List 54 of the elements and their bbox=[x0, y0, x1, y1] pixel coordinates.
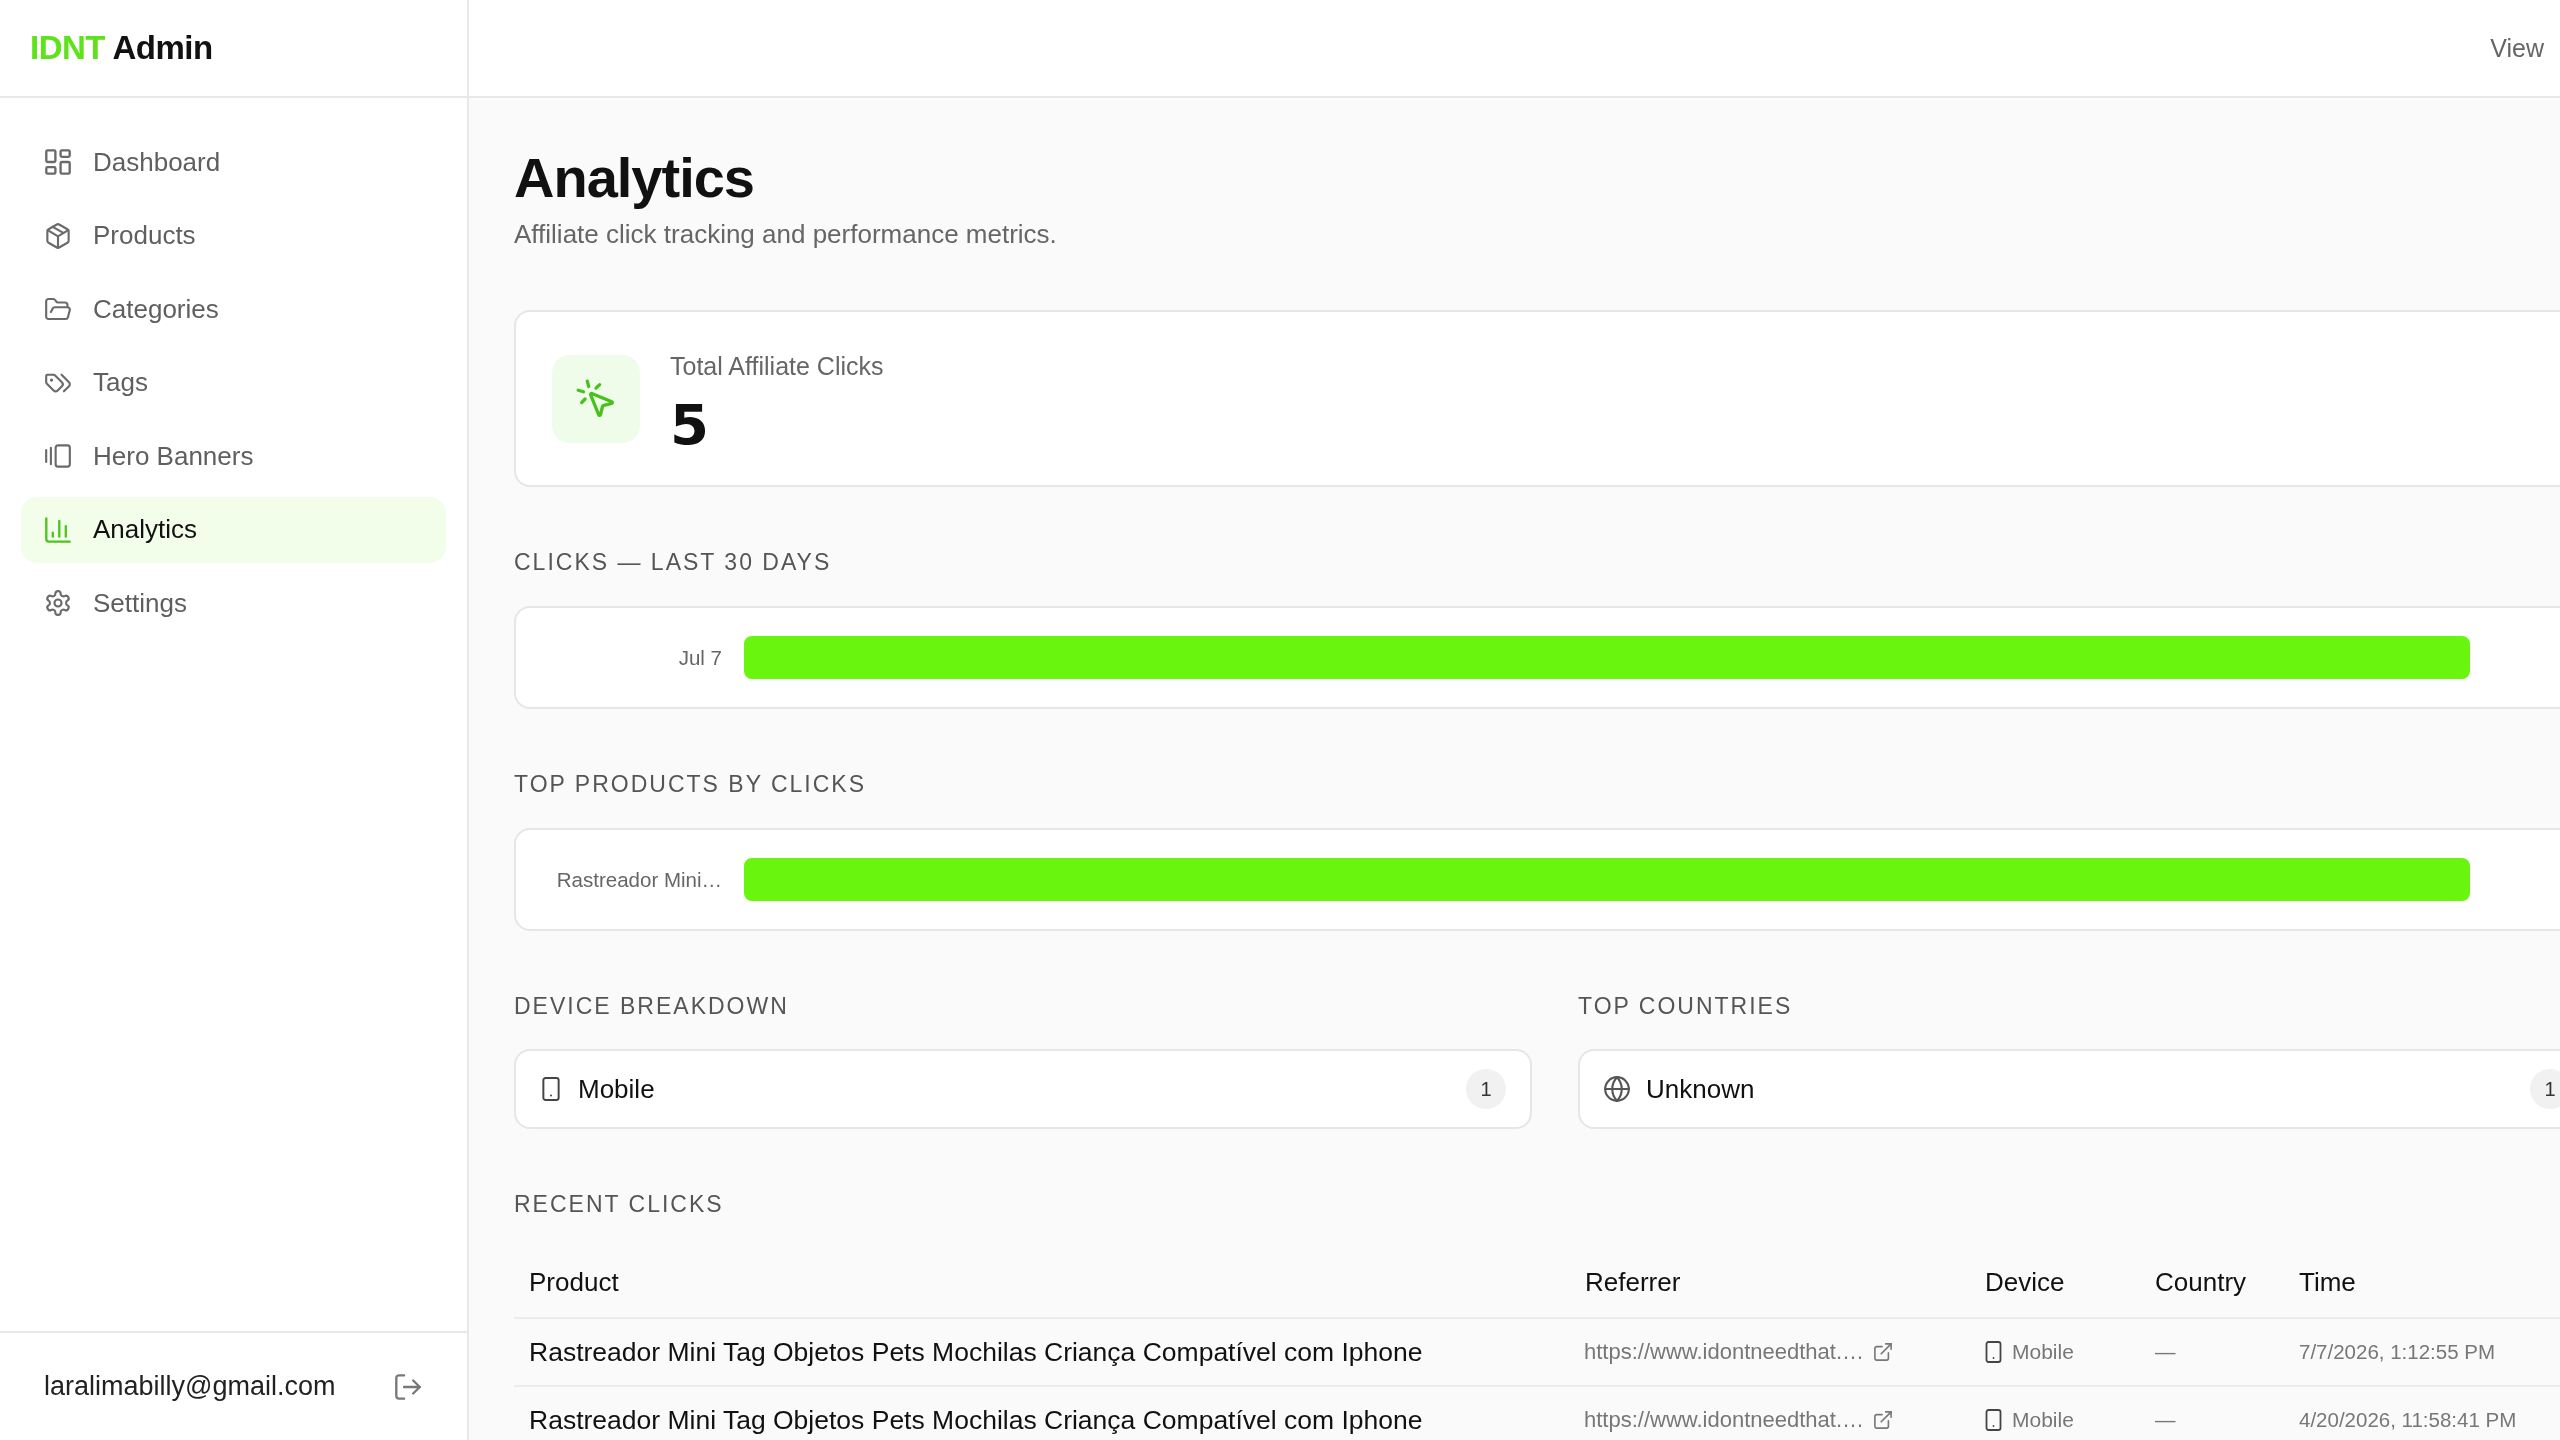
grid-icon bbox=[45, 149, 71, 175]
table-cell-text: — bbox=[2154, 1340, 2177, 1365]
column-header: Time bbox=[2298, 1266, 2357, 1298]
phone-icon bbox=[540, 1077, 562, 1102]
section-heading: RECENT CLICKS bbox=[514, 1190, 724, 1220]
box-icon bbox=[45, 222, 71, 249]
table-cell-text: Rastreador Mini Tag Objetos Pets Mochilas Criança Compatível com Iphone bbox=[528, 1404, 1424, 1436]
user-email: laralimabilly@gmail.com bbox=[44, 1371, 336, 1402]
logout-icon[interactable] bbox=[395, 1373, 421, 1400]
stat-label: Total Affiliate Clicks bbox=[670, 350, 884, 381]
globe-icon bbox=[1604, 1076, 1630, 1103]
table-cell-text: Rastreador Mini Tag Objetos Pets Mochilas Criança Compatível com Iphone bbox=[528, 1336, 1424, 1368]
panels-icon bbox=[45, 443, 71, 469]
bar-label: Jul 7 bbox=[677, 645, 722, 670]
cursor-click-icon bbox=[552, 354, 640, 443]
table-cell-text: 7/7/2026, 1:12:55 PM bbox=[2298, 1340, 2497, 1365]
nav-item[interactable]: Dashboard bbox=[21, 129, 446, 195]
country-label: Unknown bbox=[1646, 1073, 1755, 1105]
section-heading: TOP PRODUCTS BY CLICKS bbox=[514, 770, 867, 800]
device-label: Mobile bbox=[578, 1073, 655, 1105]
device-label: Mobile bbox=[2012, 1408, 2074, 1433]
nav-item[interactable]: Products bbox=[21, 202, 446, 269]
section-heading: TOP COUNTRIES bbox=[1578, 992, 1793, 1022]
external-link-icon[interactable] bbox=[1874, 1343, 1893, 1362]
bar-label: Rastreador Mini… bbox=[555, 867, 722, 892]
column-header: Referrer bbox=[1584, 1266, 1682, 1298]
external-link-icon[interactable] bbox=[1874, 1411, 1893, 1430]
count-badge: 1 bbox=[2530, 1069, 2560, 1110]
phone-icon bbox=[1985, 1341, 2002, 1364]
folder-icon bbox=[45, 296, 71, 322]
stat-value: 5 bbox=[670, 396, 709, 453]
logo-text: IDNT Admin bbox=[30, 29, 213, 67]
column-header: Device bbox=[1984, 1266, 2066, 1298]
nav-item[interactable]: Settings bbox=[21, 570, 446, 636]
bar-chart-icon bbox=[45, 516, 71, 543]
device-label: Mobile bbox=[2012, 1340, 2074, 1365]
table-cell-text: 4/20/2026, 11:58:41 PM bbox=[2298, 1408, 2518, 1433]
column-header: Country bbox=[2154, 1266, 2248, 1298]
nav-item[interactable]: Hero Banners bbox=[21, 423, 446, 489]
count-badge: 1 bbox=[1466, 1069, 1506, 1110]
referrer-link[interactable]: https://www.idontneedthat.… bbox=[1584, 1339, 1865, 1366]
nav-item[interactable]: Categories bbox=[21, 276, 446, 342]
referrer-link[interactable]: https://www.idontneedthat.… bbox=[1584, 1407, 1865, 1434]
phone-icon bbox=[1985, 1409, 2002, 1432]
nav-item[interactable]: Analytics bbox=[21, 496, 446, 563]
nav-item[interactable]: Tags bbox=[21, 349, 446, 416]
section-heading: DEVICE BREAKDOWN bbox=[514, 992, 789, 1022]
view-link[interactable]: View bbox=[2490, 33, 2544, 63]
page-subtitle: Affiliate click tracking and performance metrics. bbox=[514, 219, 1057, 251]
table-cell-text: — bbox=[2154, 1408, 2177, 1433]
settings-icon bbox=[45, 590, 71, 616]
page-title: Analytics bbox=[514, 145, 754, 211]
section-heading: CLICKS — LAST 30 DAYS bbox=[514, 548, 832, 578]
column-header: Product bbox=[528, 1266, 620, 1298]
